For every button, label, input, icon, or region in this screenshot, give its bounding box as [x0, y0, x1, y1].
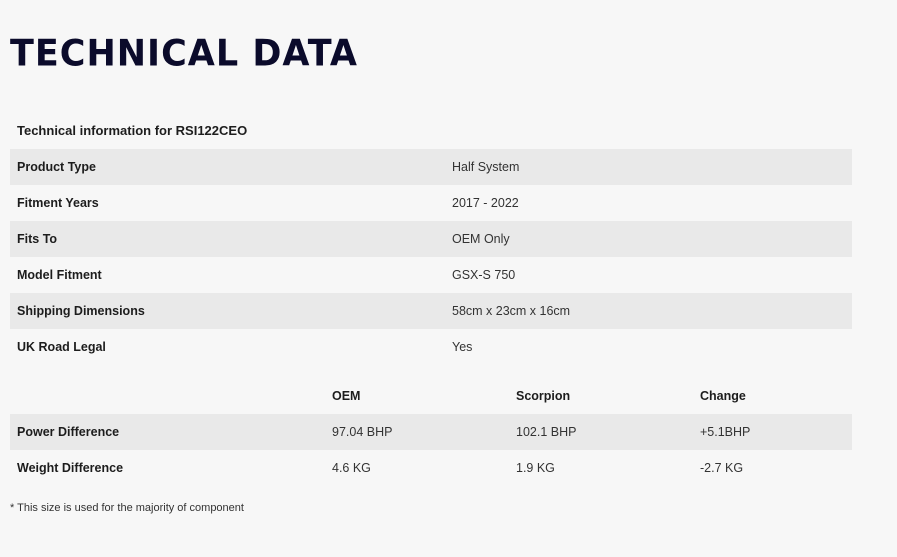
header-change: Change [700, 389, 746, 403]
row-value: 58cm x 23cm x 16cm [452, 304, 571, 318]
table-row-weight-difference: Weight Difference 4.6 KG 1.9 KG -2.7 KG [10, 450, 852, 486]
table-row-fits-to: Fits To OEM Only [10, 221, 852, 257]
row-value: OEM Only [452, 232, 510, 246]
row-label: UK Road Legal [17, 340, 106, 354]
table-row-fitment-years: Fitment Years 2017 - 2022 [10, 185, 852, 221]
page-title: TECHNICAL DATA [10, 33, 359, 75]
change-value: +5.1BHP [700, 425, 751, 439]
header-oem: OEM [332, 389, 361, 403]
row-label: Power Difference [17, 425, 120, 439]
table-row-product-type: Product Type Half System [10, 149, 852, 185]
performance-table: OEM Scorpion Change Power Difference 97.… [10, 378, 852, 486]
performance-header-row: OEM Scorpion Change [10, 378, 852, 414]
technical-info-table: Technical information for RSI122CEO Prod… [10, 113, 852, 365]
row-label: Fits To [17, 232, 58, 246]
oem-value: 97.04 BHP [332, 425, 393, 439]
table-row-uk-road-legal: UK Road Legal Yes [10, 329, 852, 365]
row-label: Shipping Dimensions [17, 304, 145, 318]
scorpion-value: 102.1 BHP [516, 425, 577, 439]
row-value: Yes [452, 340, 473, 354]
table-row-model-fitment: Model Fitment GSX-S 750 [10, 257, 852, 293]
header-scorpion: Scorpion [516, 389, 571, 403]
table-caption: Technical information for RSI122CEO [17, 123, 248, 138]
change-value: -2.7 KG [700, 461, 744, 475]
oem-value: 4.6 KG [332, 461, 371, 475]
row-label: Product Type [17, 160, 96, 174]
row-value: 2017 - 2022 [452, 196, 519, 210]
footnote: * This size is used for the majority of … [10, 502, 244, 514]
table-row-power-difference: Power Difference 97.04 BHP 102.1 BHP +5.… [10, 414, 852, 450]
table-row-shipping-dimensions: Shipping Dimensions 58cm x 23cm x 16cm [10, 293, 852, 329]
scorpion-value: 1.9 KG [516, 461, 555, 475]
row-value: Half System [452, 160, 520, 174]
row-label: Model Fitment [17, 268, 102, 282]
row-label: Fitment Years [17, 196, 99, 210]
row-label: Weight Difference [17, 461, 124, 475]
row-value: GSX-S 750 [452, 268, 516, 282]
